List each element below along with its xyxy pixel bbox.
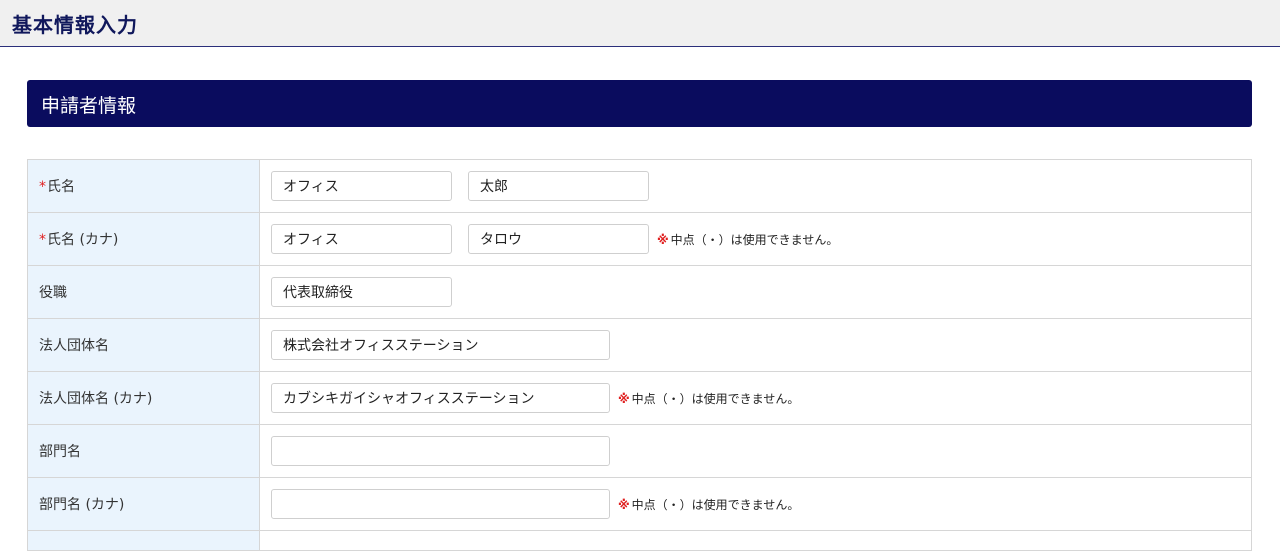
- label-name-kana: 氏名 (カナ): [47, 232, 119, 248]
- note-mark: ※: [618, 497, 630, 512]
- label-cell-next: [27, 530, 260, 551]
- form-row-name: *氏名: [27, 159, 1252, 213]
- last-name-kana-input[interactable]: [271, 224, 452, 254]
- label-cell-name-kana: *氏名 (カナ): [27, 212, 260, 266]
- applicant-form-table: *氏名 *氏名 (カナ) ※中点（・）は使用できません。 役職: [27, 159, 1252, 551]
- note-no-middle-dot: ※ 中点（・）は使用できません。: [618, 390, 799, 407]
- field-cell-name: [259, 159, 1252, 213]
- note-text: 中点（・）は使用できません。: [631, 497, 800, 512]
- section-title: 申請者情報: [41, 95, 137, 117]
- form-row-dept-name-kana: 部門名 (カナ) ※ 中点（・）は使用できません。: [27, 477, 1252, 531]
- note-mark: ※: [657, 232, 669, 247]
- required-mark: *: [39, 232, 46, 248]
- field-cell-position: [259, 265, 1252, 319]
- label-cell-org-name: 法人団体名: [27, 318, 260, 372]
- label-cell-position: 役職: [27, 265, 260, 319]
- label-dept-name-kana: 部門名 (カナ): [39, 497, 125, 513]
- field-cell-dept-name-kana: ※ 中点（・）は使用できません。: [259, 477, 1252, 531]
- form-row-name-kana: *氏名 (カナ) ※中点（・）は使用できません。: [27, 212, 1252, 266]
- form-row-next: [27, 530, 1252, 551]
- section-header-applicant: 申請者情報: [27, 80, 1252, 127]
- form-row-org-name-kana: 法人団体名 (カナ) ※中点（・）は使用できません。: [27, 371, 1252, 425]
- note-text: 中点（・）は使用できません。: [670, 232, 839, 247]
- required-mark: *: [39, 179, 46, 195]
- org-name-kana-input[interactable]: [271, 383, 610, 413]
- first-name-kana-input[interactable]: [468, 224, 649, 254]
- first-name-input[interactable]: [468, 171, 649, 201]
- dept-name-kana-input[interactable]: [271, 489, 610, 519]
- label-cell-dept-name-kana: 部門名 (カナ): [27, 477, 260, 531]
- label-org-name-kana: 法人団体名 (カナ): [39, 391, 153, 407]
- label-org-name: 法人団体名: [39, 338, 109, 354]
- label-cell-dept-name: 部門名: [27, 424, 260, 478]
- label-name: 氏名: [47, 179, 75, 195]
- page-title: 基本情報入力: [12, 13, 138, 37]
- form-row-position: 役職: [27, 265, 1252, 319]
- label-position: 役職: [39, 285, 67, 301]
- label-dept-name: 部門名: [39, 444, 81, 460]
- org-name-input[interactable]: [271, 330, 610, 360]
- label-cell-org-name-kana: 法人団体名 (カナ): [27, 371, 260, 425]
- note-text: 中点（・）は使用できません。: [631, 391, 800, 406]
- field-cell-org-name-kana: ※中点（・）は使用できません。: [259, 371, 1252, 425]
- field-cell-next: [259, 530, 1252, 551]
- last-name-input[interactable]: [271, 171, 452, 201]
- note-mark: ※: [618, 391, 630, 406]
- position-input[interactable]: [271, 277, 452, 307]
- form-row-org-name: 法人団体名: [27, 318, 1252, 372]
- form-row-dept-name: 部門名: [27, 424, 1252, 478]
- field-cell-org-name: [259, 318, 1252, 372]
- dept-name-input[interactable]: [271, 436, 610, 466]
- field-cell-name-kana: ※中点（・）は使用できません。: [259, 212, 1252, 266]
- note-no-middle-dot: ※ 中点（・）は使用できません。: [618, 496, 799, 513]
- page-header: 基本情報入力: [0, 0, 1280, 47]
- note-no-middle-dot: ※ 中点（・）は使用できません。: [657, 231, 838, 248]
- label-cell-name: *氏名: [27, 159, 260, 213]
- field-cell-dept-name: [259, 424, 1252, 478]
